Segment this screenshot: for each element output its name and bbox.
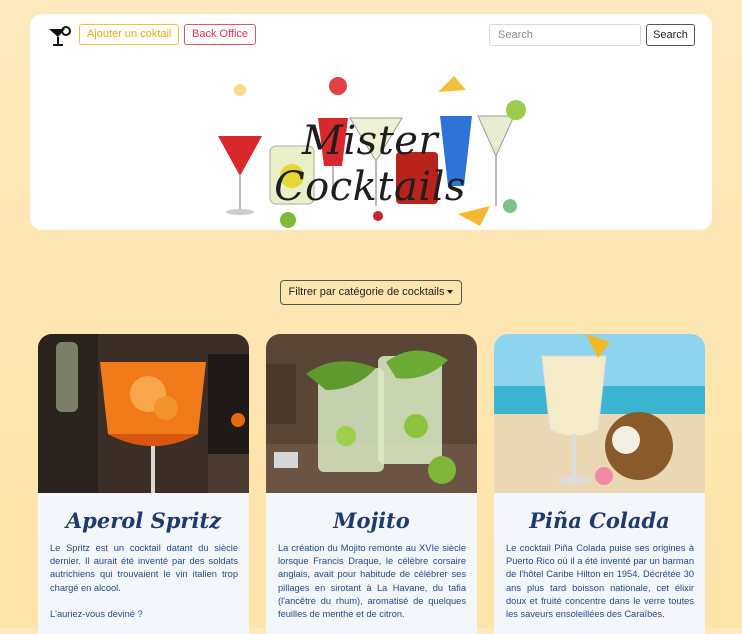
aperol-spritz-image xyxy=(38,334,249,493)
cocktail-card[interactable]: Aperol Spritz Le Spritz est un cocktail … xyxy=(38,334,249,634)
search-button[interactable]: Search xyxy=(646,24,695,46)
mojito-image xyxy=(266,334,477,493)
banner-image: Mister Cocktails xyxy=(210,66,530,228)
banner-title: Mister Cocktails xyxy=(274,118,466,210)
back-office-button[interactable]: Back Office xyxy=(184,24,257,45)
search-input[interactable] xyxy=(489,24,641,46)
card-title: Aperol Spritz xyxy=(65,508,222,533)
card-description: Le Spritz est un cocktail datant du sièc… xyxy=(50,543,238,620)
caret-down-icon xyxy=(447,290,454,295)
add-cocktail-button[interactable]: Ajouter un coktail xyxy=(79,24,180,45)
card-description: La création du Mojito remonte au XVIe si… xyxy=(278,543,466,620)
card-description: Le cocktail Piña Colada puise ses origin… xyxy=(506,543,694,620)
cocktail-glass-icon[interactable] xyxy=(47,26,73,48)
pina-colada-image xyxy=(494,334,705,493)
filter-label: Filtrer par catégorie de cocktails xyxy=(288,286,445,298)
header: Ajouter un coktail Back Office Search Se… xyxy=(30,14,712,230)
cocktail-card[interactable]: Piña Colada Le cocktail Piña Colada puis… xyxy=(494,334,705,634)
card-title: Piña Colada xyxy=(529,508,670,533)
cocktail-card[interactable]: Mojito La création du Mojito remonte au … xyxy=(266,334,477,634)
card-title: Mojito xyxy=(333,508,410,533)
category-filter-dropdown[interactable]: Filtrer par catégorie de cocktails xyxy=(280,280,462,305)
